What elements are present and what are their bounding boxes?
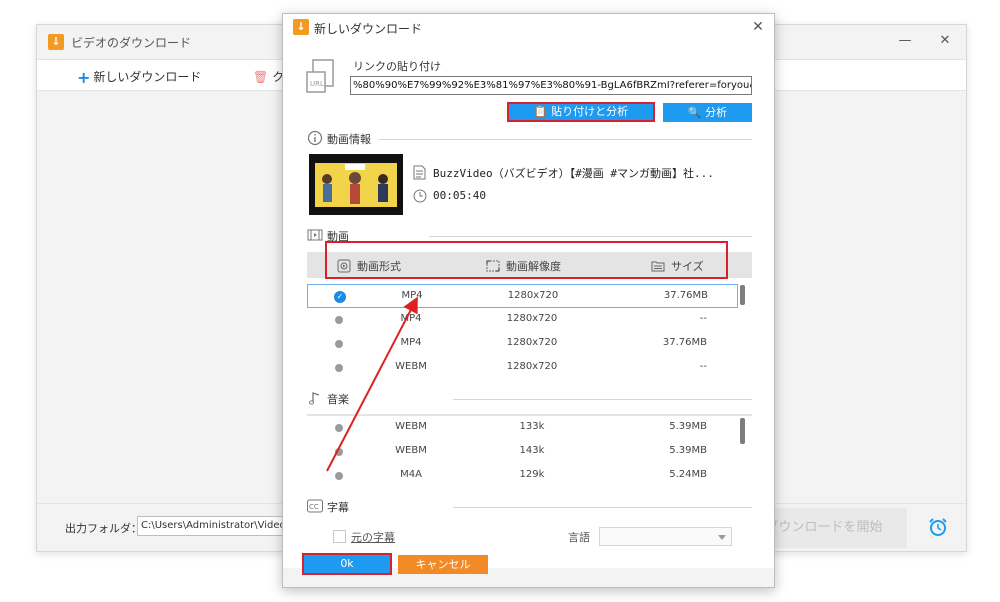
video-resolution: 1280x720 bbox=[507, 290, 559, 301]
selected-check-icon: ✓ bbox=[334, 291, 346, 303]
audio-header: 音楽 bbox=[327, 393, 349, 406]
video-format: MP4 bbox=[401, 290, 423, 301]
audio-size: 5.39MB bbox=[669, 445, 707, 456]
link-label: リンクの貼り付け bbox=[353, 60, 441, 73]
radio-dot bbox=[335, 424, 343, 432]
app-download-icon: ↓ bbox=[48, 34, 64, 50]
svg-text:URL: URL bbox=[310, 80, 324, 88]
original-subtitle-label[interactable]: 元の字幕 bbox=[351, 529, 395, 545]
video-thumbnail bbox=[309, 154, 403, 215]
cc-icon: CC bbox=[307, 499, 323, 513]
dialog-title: 新しいダウンロード bbox=[314, 22, 423, 36]
video-size: 37.76MB bbox=[663, 290, 708, 301]
new-download-dialog: ↓ 新しいダウンロード ✕ URL リンクの貼り付け 📋 貼り付けと分析 🔍 分… bbox=[282, 13, 775, 588]
subtitle-header: 字幕 bbox=[327, 501, 349, 514]
url-clipboard-icon: URL bbox=[306, 59, 334, 93]
search-icon: 🔍 bbox=[687, 106, 702, 119]
audio-format: M4A bbox=[400, 469, 422, 480]
audio-size: 5.39MB bbox=[669, 421, 707, 432]
minimize-button[interactable]: — bbox=[893, 31, 917, 51]
film-icon bbox=[307, 229, 323, 241]
clock-icon bbox=[413, 189, 427, 203]
audio-bitrate: 143k bbox=[519, 445, 545, 456]
music-note-icon bbox=[309, 392, 320, 405]
video-duration: 00:05:40 bbox=[433, 189, 486, 202]
new-download-label: 新しいダウンロード bbox=[93, 70, 202, 84]
video-list-scrollbar[interactable] bbox=[740, 285, 745, 305]
clear-button[interactable]: 🗑 ク bbox=[253, 68, 284, 85]
audio-row[interactable]: WEBM 133k 5.39MB bbox=[307, 416, 738, 440]
output-folder-label: 出力フォルダ： bbox=[65, 522, 142, 535]
video-row[interactable]: MP4 1280x720 -- bbox=[307, 308, 738, 332]
new-download-button[interactable]: + 新しいダウンロード bbox=[77, 68, 201, 87]
divider bbox=[453, 399, 752, 400]
info-icon bbox=[307, 130, 323, 146]
dialog-close-button[interactable]: ✕ bbox=[748, 17, 768, 37]
video-resolution: 1280x720 bbox=[506, 313, 558, 324]
radio-dot bbox=[335, 340, 343, 348]
clipboard-search-icon: 📋 bbox=[533, 105, 548, 118]
audio-bitrate: 133k bbox=[519, 421, 545, 432]
paste-analyze-label: 貼り付けと分析 bbox=[551, 105, 629, 118]
radio-dot bbox=[335, 316, 343, 324]
start-download-label: ダウンロードを開始 bbox=[771, 520, 883, 535]
ok-button[interactable]: 0k bbox=[302, 553, 392, 575]
video-title: BuzzVideo（バズビデオ）【#漫画 #マンガ動画】社... bbox=[433, 167, 714, 180]
output-folder-field[interactable]: C:\Users\Administrator\Videos\Wonde bbox=[137, 516, 289, 536]
video-resolution: 1280x720 bbox=[506, 361, 558, 372]
url-input[interactable] bbox=[350, 76, 752, 95]
video-row[interactable]: WEBM 1280x720 -- bbox=[307, 356, 738, 374]
analyze-label: 分析 bbox=[705, 106, 728, 119]
alarm-clock-icon[interactable] bbox=[927, 516, 949, 538]
divider bbox=[379, 139, 752, 140]
divider bbox=[429, 236, 752, 237]
audio-row[interactable]: WEBM 143k 5.39MB bbox=[307, 440, 738, 464]
cancel-button[interactable]: キャンセル bbox=[398, 555, 488, 574]
language-label: 言語 bbox=[568, 531, 590, 544]
file-icon bbox=[413, 165, 426, 180]
audio-format: WEBM bbox=[395, 445, 427, 456]
video-row[interactable]: ✓ MP4 1280x720 37.76MB bbox=[307, 284, 738, 308]
original-subtitle-checkbox[interactable] bbox=[333, 530, 346, 543]
start-download-button[interactable]: ダウンロードを開始 bbox=[771, 508, 907, 548]
main-window-title: ビデオのダウンロード bbox=[71, 36, 192, 50]
plus-icon: + bbox=[77, 68, 91, 87]
video-resolution: 1280x720 bbox=[506, 337, 558, 348]
video-format-list: ✓ MP4 1280x720 37.76MB MP4 1280x720 -- M… bbox=[307, 282, 752, 374]
radio-dot bbox=[335, 472, 343, 480]
paste-and-analyze-button[interactable]: 📋 貼り付けと分析 bbox=[507, 102, 655, 122]
radio-dot bbox=[335, 448, 343, 456]
analyze-button[interactable]: 🔍 分析 bbox=[663, 103, 752, 122]
video-format: MP4 bbox=[400, 337, 422, 348]
video-format: MP4 bbox=[400, 313, 422, 324]
chevron-down-icon bbox=[718, 535, 726, 540]
video-row[interactable]: MP4 1280x720 37.76MB bbox=[307, 332, 738, 356]
video-info-header: 動画情報 bbox=[327, 133, 371, 146]
video-size: -- bbox=[699, 361, 707, 372]
trash-icon: 🗑 bbox=[253, 70, 269, 84]
radio-dot bbox=[335, 364, 343, 372]
column-header-highlight bbox=[325, 241, 728, 279]
video-format: WEBM bbox=[395, 361, 427, 372]
video-size: -- bbox=[699, 313, 707, 324]
audio-format: WEBM bbox=[395, 421, 427, 432]
audio-format-list: WEBM 133k 5.39MB WEBM 143k 5.39MB M4A 12… bbox=[307, 416, 752, 484]
main-close-button[interactable]: ✕ bbox=[933, 31, 957, 51]
audio-row[interactable]: M4A 129k 5.24MB bbox=[307, 464, 738, 484]
audio-list-scrollbar[interactable] bbox=[740, 418, 745, 444]
svg-text:CC: CC bbox=[309, 503, 319, 511]
divider bbox=[453, 507, 752, 508]
dialog-title-bar: ↓ 新しいダウンロード ✕ bbox=[283, 14, 774, 41]
language-select[interactable] bbox=[599, 527, 732, 546]
dialog-download-icon: ↓ bbox=[293, 19, 309, 35]
video-size: 37.76MB bbox=[662, 337, 707, 348]
audio-size: 5.24MB bbox=[669, 469, 707, 480]
audio-bitrate: 129k bbox=[519, 469, 545, 480]
